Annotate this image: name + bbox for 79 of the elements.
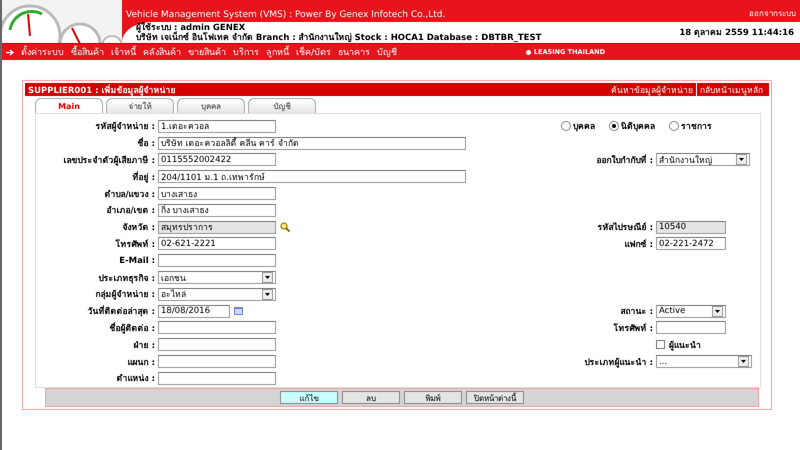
field-label: ประเภทธุรกิจ :: [98, 272, 156, 285]
input-field[interactable]: [158, 321, 276, 334]
field-label: ชื่อผู้ติดต่อ :: [108, 321, 156, 335]
radio-button[interactable]: [669, 121, 679, 132]
field-label: ที่อยู่ :: [132, 170, 156, 184]
field-label: ตำบล/แขวง :: [104, 188, 156, 201]
tab[interactable]: จ่ายให้: [106, 98, 174, 113]
menu-item[interactable]: ตั้งค่าระบบ: [21, 45, 64, 59]
logout-link[interactable]: ออกจากระบบ: [749, 7, 796, 20]
field-label: ออกใบกำกับที่ :: [596, 153, 654, 167]
radio-label: นิติบุคคล: [621, 120, 655, 134]
date-field[interactable]: 18/08/2016: [158, 304, 230, 318]
field-label: ฝ่าย :: [132, 340, 156, 352]
radio-button[interactable]: [561, 121, 571, 132]
dropdown[interactable]: ...: [656, 355, 752, 368]
field-label: โทรศัพท์ :: [612, 322, 654, 335]
field-label: รหัสผู้จำหน่าย :: [94, 120, 156, 134]
field-label: วันที่ติดต่อล่าสุด :: [86, 304, 156, 318]
field-label: จังหวัด :: [122, 222, 156, 234]
dropdown[interactable]: สำนักงานใหญ่: [656, 153, 750, 166]
field-label: E-Mail :: [118, 256, 156, 266]
field-label: ประเภทผู้แนะนำ :: [584, 356, 654, 369]
field-label: ตำแหน่ง :: [116, 372, 156, 386]
action-button[interactable]: พิมพ์: [404, 391, 462, 404]
nav-link[interactable]: กลับหน้าเมนูหลัก: [696, 82, 766, 96]
action-button[interactable]: ปิดหน้าต่างนี้: [466, 391, 524, 404]
input-field[interactable]: 02-621-2221: [158, 237, 276, 250]
nav-link[interactable]: ค้นหาข้อมูลผู้จำหน่าย: [608, 82, 696, 96]
input-field[interactable]: [158, 254, 276, 268]
checkbox-label: ผู้แนะนำ: [669, 340, 702, 352]
date-time: 18 ตุลาคม 2559 11:44:16: [679, 27, 794, 40]
menu-item[interactable]: เช็ค/บัตร: [296, 45, 332, 59]
input-field[interactable]: [158, 338, 276, 352]
field-label: โทรศัพท์ :: [114, 238, 156, 251]
action-button[interactable]: ลบ: [342, 391, 400, 404]
field-label: เลขประจำตัวผู้เสียภาษี :: [62, 154, 156, 167]
field-label: อำเภอ/เขต :: [106, 204, 156, 218]
arrow-icon: [6, 48, 14, 56]
field-label: แผนก :: [126, 356, 156, 369]
input-field[interactable]: กิ่ง บางเสาธง: [158, 204, 276, 217]
action-button[interactable]: แก้ไข: [280, 391, 338, 404]
calendar-icon[interactable]: [234, 307, 243, 316]
input-field[interactable]: [656, 321, 726, 334]
input-field[interactable]: 204/1101 ม.1 ถ.เทพารักษ์: [158, 170, 466, 184]
field-label: ชื่อ :: [136, 136, 156, 150]
radio-label: บุคคล: [573, 121, 595, 134]
input-field[interactable]: 1.เดอะควอล: [158, 120, 276, 133]
dropdown[interactable]: อะไหล่: [158, 288, 276, 301]
field-label: สถานะ :: [620, 306, 654, 318]
input-field[interactable]: 02-221-2472: [656, 237, 726, 250]
menu-item[interactable]: ธนาคาร: [338, 45, 370, 59]
radio-button[interactable]: [609, 121, 619, 132]
menu-item[interactable]: ซื้อสินค้า: [71, 45, 104, 59]
menu-item[interactable]: เจ้าหนี้: [111, 45, 136, 59]
bullet-icon: [526, 50, 531, 54]
field-label: รหัสไปรษณีย์ :: [596, 221, 654, 234]
menu-item[interactable]: คลังสินค้า: [143, 45, 181, 59]
radio-label: ราชการ: [681, 121, 712, 134]
tab[interactable]: บุคคล: [177, 98, 245, 113]
tab[interactable]: บัญชี: [248, 98, 316, 113]
dropdown[interactable]: Active: [656, 304, 726, 318]
input-field[interactable]: [158, 372, 276, 385]
search-icon[interactable]: [280, 222, 290, 232]
menu-item[interactable]: ขายสินค้า: [188, 45, 226, 59]
tab[interactable]: Main: [35, 98, 103, 113]
company-info: บริษัท เจเน็กซ์ อินโฟเทค จำกัด Branch : สำนักงานใหญ่ Stock : HOCA1 Database : DBTBR_TEST: [136, 33, 542, 43]
field-label: แฟกซ์ :: [624, 238, 654, 251]
menu-item[interactable]: บัญชี: [377, 45, 398, 59]
input-field[interactable]: [158, 355, 276, 368]
input-field[interactable]: บางเสาธง: [158, 187, 276, 200]
dropdown[interactable]: เอกชน: [158, 271, 276, 284]
menu-item[interactable]: บริการ: [233, 45, 259, 59]
input-field[interactable]: 0115552002422: [158, 153, 276, 166]
input-field[interactable]: บริษัท เดอะควอลลิตี้ คลีน คาร์ จำกัด: [158, 136, 466, 150]
panel-title: SUPPLIER001 : เพิ่มข้อมูลผู้จำหน่าย: [28, 83, 176, 96]
menu-item[interactable]: ลูกหนี้: [266, 45, 289, 59]
checkbox[interactable]: [656, 340, 665, 350]
app-title: Vehicle Management System (VMS) : Power By Genex Infotech Co.,Ltd.: [126, 10, 446, 20]
field-label: กลุ่มผู้จำหน่าย :: [94, 288, 156, 302]
